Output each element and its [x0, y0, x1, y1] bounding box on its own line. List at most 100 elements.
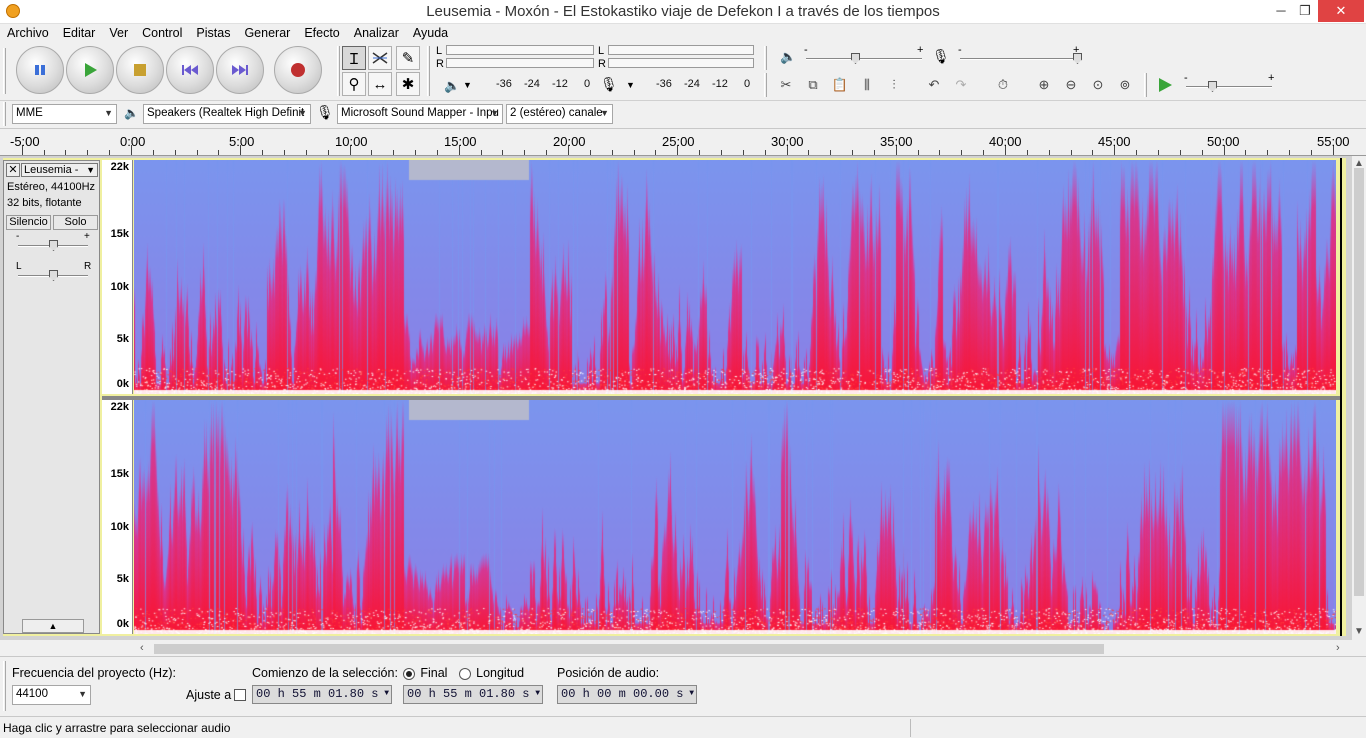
skip-to-start-button[interactable] [166, 46, 214, 94]
audio-track[interactable]: ✕ Leusemia - ▼ Estéreo, 44100Hz 32 bits, … [3, 158, 1346, 636]
ruler-tick [1157, 150, 1159, 155]
toolbar-grip[interactable] [1144, 73, 1147, 97]
menu-ver[interactable]: Ver [102, 24, 135, 40]
sync-lock-button[interactable]: ⏱ [991, 73, 1015, 97]
envelope-tool[interactable] [368, 46, 392, 70]
draw-tool[interactable]: ✎ [396, 46, 420, 70]
vertical-scroll-thumb[interactable] [1354, 168, 1364, 596]
close-button[interactable]: ✕ [1318, 0, 1364, 22]
audio-position-time[interactable]: 00 h 00 m 00.00 s ▼ [557, 685, 697, 704]
length-radio[interactable] [458, 667, 471, 680]
collapse-track-button[interactable]: ▲ [22, 619, 84, 633]
stop-button[interactable] [116, 46, 164, 94]
input-volume-thumb[interactable] [1073, 53, 1082, 64]
zoom-tool[interactable]: ⚲ [342, 72, 366, 96]
record-button[interactable] [274, 46, 322, 94]
track-name-menu[interactable]: Leusemia - ▼ [21, 163, 98, 177]
menu-ayuda[interactable]: Ayuda [406, 24, 455, 40]
play-at-speed-button[interactable] [1156, 76, 1174, 97]
selection-end-time[interactable]: 00 h 55 m 01.80 s ▼ [403, 685, 543, 704]
toolbar-grip[interactable] [764, 46, 767, 70]
pan-thumb[interactable] [49, 270, 58, 281]
fit-selection-button[interactable]: ⊙ [1086, 73, 1110, 97]
toolbar-grip[interactable] [427, 46, 430, 96]
output-volume-slider[interactable] [806, 58, 922, 60]
redo-button[interactable]: ↷ [949, 73, 973, 97]
toolbar-grip[interactable] [337, 46, 340, 96]
track-area[interactable]: ✕ Leusemia - ▼ Estéreo, 44100Hz 32 bits, … [0, 156, 1352, 640]
play-meter-right[interactable] [446, 58, 594, 68]
undo-button[interactable]: ↶ [922, 73, 946, 97]
play-meter-menu-arrow-icon[interactable]: ▼ [463, 80, 472, 90]
undo-icon: ↶ [928, 77, 940, 92]
vertical-scrollbar[interactable]: ▲ ▼ [1352, 156, 1366, 640]
ruler-tick [764, 150, 766, 155]
playback-speed-slider[interactable] [1186, 86, 1272, 88]
chevron-down-icon: ▼ [298, 108, 307, 118]
ruler-tick [1048, 150, 1050, 155]
frequency-axis-right[interactable]: 22k 15k 10k 5k 0k [102, 400, 133, 634]
skip-to-end-button[interactable] [216, 46, 264, 94]
scroll-down-arrow-icon[interactable]: ▼ [1354, 626, 1364, 637]
menu-control[interactable]: Control [135, 24, 189, 40]
freq-label: 15k [110, 228, 129, 240]
menu-generar[interactable]: Generar [237, 24, 297, 40]
ruler-tick [852, 150, 854, 155]
audio-host-select[interactable]: MME ▼ [12, 104, 117, 124]
input-device-select[interactable]: Microsoft Sound Mapper - Inpu ▼ [337, 104, 503, 124]
play-button[interactable] [66, 46, 114, 94]
snap-to-checkbox[interactable] [234, 689, 246, 701]
toolbar-grip[interactable] [3, 102, 6, 126]
scroll-left-arrow-icon[interactable]: ‹ [140, 642, 144, 654]
scroll-right-arrow-icon[interactable]: › [1336, 642, 1340, 654]
multi-tool[interactable]: ✱ [396, 72, 420, 96]
fit-project-button[interactable]: ⊚ [1113, 73, 1137, 97]
menu-analizar[interactable]: Analizar [347, 24, 406, 40]
ruler-label: 35:00 [880, 134, 913, 149]
timeshift-tool[interactable]: ↔ [368, 72, 392, 96]
output-device-select[interactable]: Speakers (Realtek High Definit ▼ [143, 104, 311, 124]
frequency-axis-left[interactable]: 22k 15k 10k 5k 0k [102, 160, 133, 394]
selection-tool[interactable]: Ｉ [342, 46, 366, 70]
zoom-out-button[interactable]: ⊖ [1059, 73, 1083, 97]
skip-start-icon [182, 65, 198, 75]
solo-button[interactable]: Solo [53, 215, 98, 230]
mute-button[interactable]: Silencio [6, 215, 51, 230]
paste-button[interactable]: 📋 [828, 73, 852, 97]
gain-thumb[interactable] [49, 240, 58, 251]
menu-pistas[interactable]: Pistas [189, 24, 237, 40]
selection-start-time[interactable]: 00 h 55 m 01.80 s ▼ [252, 685, 392, 704]
ruler-tick [196, 150, 198, 155]
toolbar-grip[interactable] [3, 48, 6, 94]
chevron-down-icon: ▼ [490, 108, 499, 118]
silence-button[interactable]: ⫶ [882, 73, 906, 97]
output-volume-thumb[interactable] [851, 53, 860, 64]
zoom-in-button[interactable]: ⊕ [1032, 73, 1056, 97]
input-volume-slider[interactable] [960, 58, 1078, 60]
maximize-button[interactable]: ❐ [1290, 0, 1320, 22]
menu-efecto[interactable]: Efecto [297, 24, 346, 40]
rec-meter-right[interactable] [608, 58, 754, 68]
spectrogram-left-channel[interactable] [134, 160, 1336, 394]
toolbar-grip[interactable] [3, 661, 6, 711]
cut-button[interactable]: ✂ [774, 73, 798, 97]
rec-meter-left[interactable] [608, 45, 754, 55]
horizontal-scrollbar[interactable]: ‹ › [138, 642, 1352, 656]
timeline-ruler[interactable]: -5:00 0:00 5:00 10:00 15:00 20:00 25:00 … [0, 128, 1366, 156]
rec-meter-menu-arrow-icon[interactable]: ▼ [626, 80, 635, 90]
input-channels-select[interactable]: 2 (estéreo) canale ▼ [506, 104, 613, 124]
trim-button[interactable]: ⫼ [855, 73, 879, 97]
end-radio[interactable] [403, 667, 415, 680]
pause-button[interactable] [16, 46, 64, 94]
menu-editar[interactable]: Editar [56, 24, 103, 40]
project-rate-select[interactable]: 44100 ▼ [12, 685, 91, 705]
copy-button[interactable]: ⧉ [801, 73, 825, 97]
toolbar-grip[interactable] [764, 73, 767, 97]
spectrogram-right-channel[interactable] [134, 400, 1336, 634]
play-meter-left[interactable] [446, 45, 594, 55]
track-close-button[interactable]: ✕ [6, 163, 20, 177]
project-rate-label: Frecuencia del proyecto (Hz): [12, 666, 176, 680]
horizontal-scroll-thumb[interactable] [154, 644, 1104, 654]
menu-archivo[interactable]: Archivo [0, 24, 56, 40]
playback-speed-thumb[interactable] [1208, 81, 1217, 92]
